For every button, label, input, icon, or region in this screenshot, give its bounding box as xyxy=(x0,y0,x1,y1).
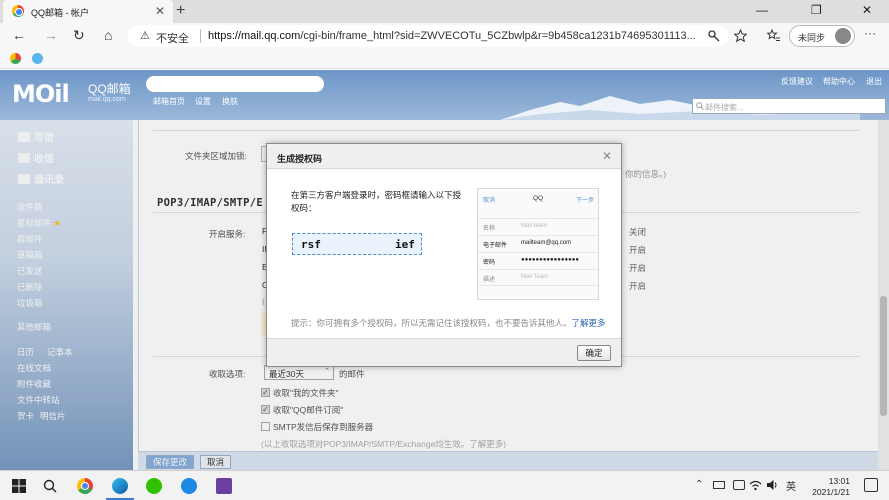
client-setup-illustration: 取消 QQ 下一步 名称 Mail team 电子邮件 mailteam@qq.co… xyxy=(477,188,599,300)
learn-more-link[interactable]: 了解更多 xyxy=(572,318,606,328)
favorites-icon[interactable] xyxy=(767,29,781,42)
clock-date: 2021/1/21 xyxy=(812,487,850,497)
illustration-row: 密码 ●●●●●●●●●●●●●●●● xyxy=(478,252,598,269)
chrome-icon[interactable] xyxy=(77,478,93,494)
auth-code-right: ief xyxy=(395,238,415,251)
dialog-tip: 提示：你可拥有多个授权码，所以无需记住该授权码，也不要告诉其他人。了解更多 xyxy=(291,317,606,329)
window-close-icon[interactable]: ✕ xyxy=(862,3,872,17)
browser-toolbar: ← → ↻ ⌂ ⚠ 不安全 https://mail.qq.com/cgi-bi… xyxy=(0,23,889,49)
bookmark-favicon-icon[interactable] xyxy=(10,53,21,64)
ok-button[interactable]: 确定 xyxy=(577,345,611,361)
input-language-indicator[interactable]: 英 xyxy=(786,478,796,493)
tab-close-icon[interactable]: ✕ xyxy=(155,4,165,18)
tray-battery-icon[interactable] xyxy=(733,480,745,490)
settings-link[interactable]: 设置 xyxy=(195,96,211,107)
restore-icon[interactable]: ❐ xyxy=(811,3,822,17)
logo-title: QQ邮箱 xyxy=(88,82,131,96)
tip-text: 提示：你可拥有多个授权码，所以无需记住该授权码，也不要告诉其他人。 xyxy=(291,318,572,328)
row-value: Mail Team xyxy=(521,274,549,280)
dialog-title: 生成授权码 xyxy=(277,154,323,164)
wechat-icon[interactable] xyxy=(146,478,162,494)
url-text[interactable]: https://mail.qq.com/cgi-bin/frame_html?s… xyxy=(208,30,708,42)
url-host: https://mail.qq.com xyxy=(208,30,301,42)
bookmarks-bar xyxy=(0,49,889,69)
taskbar-search-icon[interactable] xyxy=(42,478,58,494)
illustration-title: QQ xyxy=(533,195,544,202)
profile-avatar xyxy=(835,28,851,44)
clock-time: 13:01 xyxy=(828,476,850,486)
windows-start-icon[interactable] xyxy=(11,478,27,494)
sync-button[interactable]: 未同步 xyxy=(789,25,855,47)
change-skin-link[interactable]: 换肤 xyxy=(222,96,238,107)
row-value: ●●●●●●●●●●●●●●●● xyxy=(521,257,579,263)
warning-icon[interactable]: ⚠ xyxy=(140,29,150,42)
app-icon[interactable] xyxy=(216,478,232,494)
forward-icon[interactable]: → xyxy=(44,27,58,43)
address-bar[interactable]: ⚠ 不安全 https://mail.qq.com/cgi-bin/frame_… xyxy=(128,25,728,47)
qq-mail-favicon-icon xyxy=(12,5,24,17)
feedback-link[interactable]: 反馈建议 xyxy=(781,76,813,87)
back-icon[interactable]: ← xyxy=(12,27,26,43)
mail-header: MOil QQ邮箱 mail.qq.com 邮箱首页 设置 换肤 反馈建议 帮助… xyxy=(0,70,889,120)
system-clock[interactable]: 13:01 2021/1/21 xyxy=(812,476,850,498)
minimize-icon[interactable]: — xyxy=(756,3,768,17)
messenger-icon[interactable] xyxy=(181,478,197,494)
illustration-row: 描述 Mail Team xyxy=(478,269,598,286)
account-name-field[interactable] xyxy=(146,76,324,92)
row-key: 描述 xyxy=(483,277,496,283)
star-icon[interactable] xyxy=(734,29,747,42)
more-icon[interactable]: ··· xyxy=(864,26,876,40)
row-value: mailteam@qq.com xyxy=(521,240,572,246)
windows-taskbar: ⌃ 英 13:01 2021/1/21 xyxy=(0,470,889,500)
row-key: 密码 xyxy=(483,260,496,266)
tab-title: QQ邮箱 - 帐户 xyxy=(31,8,89,18)
qq-mail-logo[interactable]: MOil xyxy=(12,80,70,108)
illustration-next: 下一步 xyxy=(576,198,595,204)
logo-url: mail.qq.com xyxy=(88,96,126,103)
auth-code-left: rsf xyxy=(301,238,321,251)
illustration-row: 名称 Mail team xyxy=(478,218,598,235)
reload-icon[interactable]: ↻ xyxy=(73,27,85,44)
mail-search-input[interactable]: 邮件搜索... xyxy=(692,98,886,114)
tray-wifi-icon[interactable] xyxy=(749,479,762,491)
edge-icon[interactable] xyxy=(112,478,128,494)
dialog-description: 在第三方客户端登录时，密码框请输入以下授权码： xyxy=(291,190,462,213)
close-icon[interactable]: ✕ xyxy=(602,149,612,163)
illustration-row: 电子邮件 mailteam@qq.com xyxy=(478,235,598,252)
dialog-footer: 确定 xyxy=(267,338,621,366)
search-icon xyxy=(696,102,704,110)
tray-device-icon[interactable] xyxy=(713,481,725,489)
notification-center-icon[interactable] xyxy=(864,478,878,492)
mail-home-link[interactable]: 邮箱首页 xyxy=(153,96,185,107)
help-center-link[interactable]: 帮助中心 xyxy=(823,76,855,87)
browser-tab[interactable]: QQ邮箱 - 帐户 ✕ xyxy=(3,0,173,23)
illustration-cancel: 取消 xyxy=(483,198,496,204)
tray-chevron-icon[interactable]: ⌃ xyxy=(695,479,703,490)
row-key: 名称 xyxy=(483,226,496,232)
row-value: Mail team xyxy=(521,223,548,229)
bookmark-globe-icon[interactable] xyxy=(32,53,43,64)
dialog-header: 生成授权码 ✕ xyxy=(267,144,621,169)
search-placeholder: 邮件搜索... xyxy=(705,103,744,112)
auth-code-box[interactable]: rsf ief xyxy=(292,233,422,255)
auth-code-dialog: 生成授权码 ✕ 在第三方客户端登录时，密码框请输入以下授权码： rsf ief … xyxy=(266,143,622,367)
sync-label: 未同步 xyxy=(798,33,826,43)
logout-link[interactable]: 退出 xyxy=(866,76,882,87)
browser-tab-bar: QQ邮箱 - 帐户 ✕ + — ❐ ✕ xyxy=(0,0,889,23)
url-path: /cgi-bin/frame_html?sid=ZWVECOTu_5CZbwlp… xyxy=(300,30,696,42)
divider xyxy=(200,29,201,43)
row-key: 电子邮件 xyxy=(483,243,508,249)
security-label[interactable]: 不安全 xyxy=(156,30,189,46)
key-icon[interactable] xyxy=(708,30,720,42)
home-icon[interactable]: ⌂ xyxy=(104,27,112,43)
new-tab-button[interactable]: + xyxy=(176,2,185,20)
tray-volume-icon[interactable] xyxy=(766,479,779,491)
